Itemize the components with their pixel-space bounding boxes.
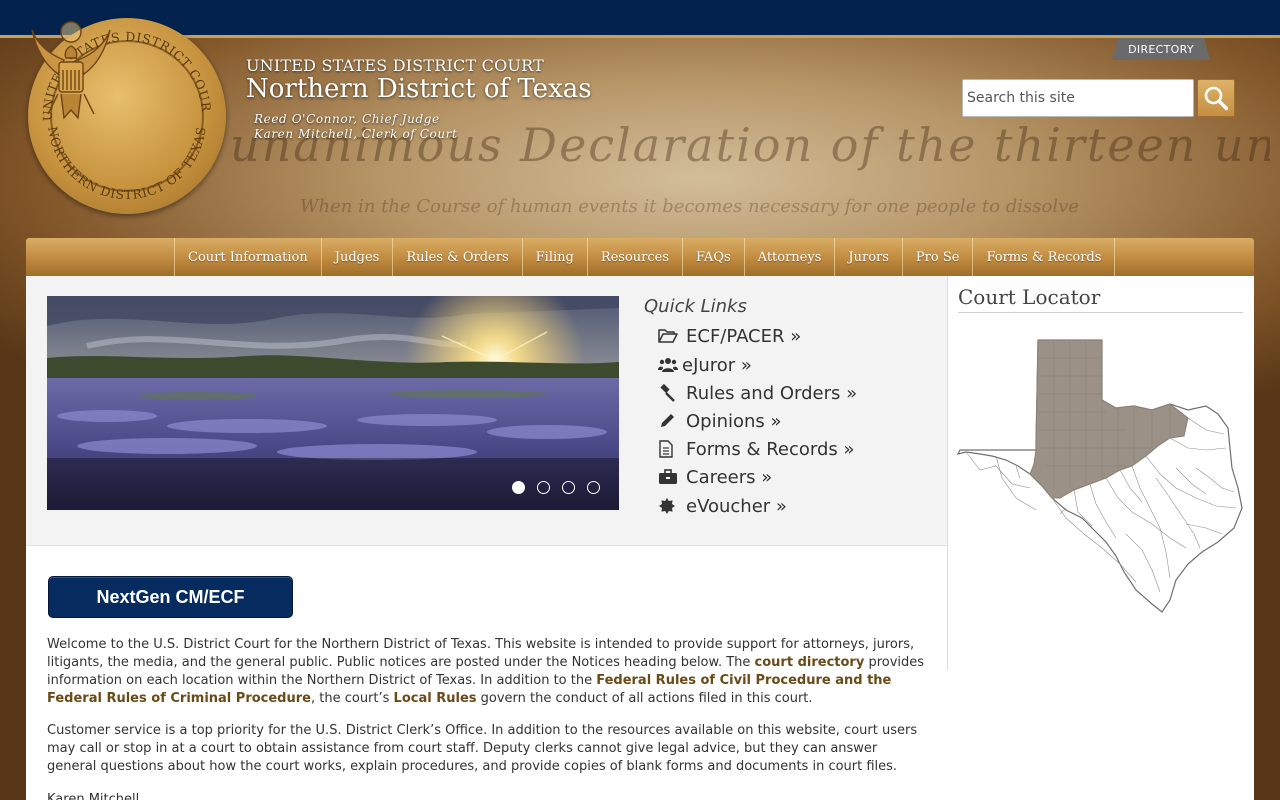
nav-faqs[interactable]: FAQs — [682, 238, 744, 276]
court-locator-title: Court Locator — [958, 285, 1101, 309]
sidebar-divider — [947, 276, 948, 670]
quick-link-opinions[interactable]: Opinions » — [658, 409, 782, 433]
welcome-text-4: govern the conduct of all actions filed … — [476, 691, 813, 706]
nextgen-cmecf-button[interactable]: NextGen CM/ECF — [48, 576, 293, 618]
users-icon — [658, 355, 678, 375]
court-seal[interactable]: UNITED STATES DISTRICT COURT NORTHERN DI… — [28, 18, 226, 214]
quick-link-label: Forms & Records » — [686, 438, 855, 460]
image-carousel[interactable] — [47, 296, 619, 510]
welcome-paragraph: Welcome to the U.S. District Court for t… — [47, 636, 927, 708]
court-super-title: UNITED STATES DISTRICT COURT — [246, 56, 544, 75]
quick-link-careers[interactable]: Careers » — [658, 465, 772, 489]
search-input[interactable]: Search this site — [962, 79, 1194, 117]
gavel-icon — [658, 383, 680, 403]
carousel-dot-3[interactable] — [562, 481, 575, 494]
folder-open-icon — [658, 326, 680, 346]
quick-link-label: eVoucher » — [686, 495, 787, 517]
search-placeholder: Search this site — [967, 90, 1075, 106]
declaration-background-art-line2: When in the Course of human events it be… — [300, 196, 1079, 217]
quick-link-forms-records[interactable]: Forms & Records » — [658, 437, 855, 461]
quick-link-evoucher[interactable]: eVoucher » — [658, 494, 787, 518]
chief-judge: Reed O'Connor, Chief Judge — [254, 112, 440, 126]
court-directory-link[interactable]: court directory — [755, 655, 865, 670]
seal-bottom-text: NORTHERN DISTRICT OF TEXAS — [45, 125, 208, 202]
quick-link-label: eJuror » — [682, 354, 752, 376]
quick-link-label: Rules and Orders » — [686, 382, 858, 404]
pencil-icon — [658, 411, 680, 431]
quick-link-label: Careers » — [686, 466, 773, 488]
document-icon — [658, 439, 680, 459]
nav-attorneys[interactable]: Attorneys — [743, 238, 835, 276]
texas-district-map[interactable] — [956, 338, 1246, 616]
carousel-dot-1[interactable] — [512, 481, 525, 494]
nav-judges[interactable]: Judges — [320, 238, 393, 276]
nav-resources[interactable]: Resources — [586, 238, 682, 276]
magnifier-icon — [1204, 86, 1229, 111]
signature: Karen Mitchell — [47, 792, 140, 800]
svg-text:NORTHERN DISTRICT OF TEXAS: NORTHERN DISTRICT OF TEXAS — [45, 125, 209, 202]
nav-filing[interactable]: Filing — [521, 238, 587, 276]
quick-link-ejuror[interactable]: eJuror » — [658, 353, 752, 377]
eagle-icon — [31, 21, 111, 120]
main-nav: Court Information Judges Rules & Orders … — [26, 238, 1254, 276]
quick-link-rules-orders[interactable]: Rules and Orders » — [658, 381, 857, 405]
quick-link-ecf-pacer[interactable]: ECF/PACER » — [658, 324, 801, 348]
quick-links-title: Quick Links — [644, 296, 747, 317]
local-rules-link[interactable]: Local Rules — [394, 691, 477, 706]
customer-service-paragraph: Customer service is a top priority for t… — [47, 723, 918, 774]
carousel-dot-2[interactable] — [537, 481, 550, 494]
quick-link-label: Opinions » — [686, 410, 782, 432]
carousel-caption-bar — [47, 458, 619, 510]
nav-pro-se[interactable]: Pro Se — [901, 238, 973, 276]
search-button[interactable] — [1197, 79, 1235, 117]
nav-court-information[interactable]: Court Information — [174, 238, 321, 276]
welcome-text-3: , the court’s — [310, 691, 394, 706]
certificate-icon — [658, 496, 680, 516]
briefcase-icon — [658, 467, 680, 487]
carousel-dot-4[interactable] — [587, 481, 600, 494]
nav-rules-orders[interactable]: Rules & Orders — [392, 238, 521, 276]
court-title[interactable]: Northern District of Texas — [246, 74, 592, 104]
court-locator-divider — [958, 312, 1243, 313]
nav-jurors[interactable]: Jurors — [834, 238, 902, 276]
clerk-of-court: Karen Mitchell, Clerk of Court — [254, 127, 458, 141]
nav-forms-records[interactable]: Forms & Records — [972, 238, 1116, 276]
directory-tab[interactable]: DIRECTORY — [1112, 38, 1210, 60]
quick-link-label: ECF/PACER » — [686, 325, 802, 347]
